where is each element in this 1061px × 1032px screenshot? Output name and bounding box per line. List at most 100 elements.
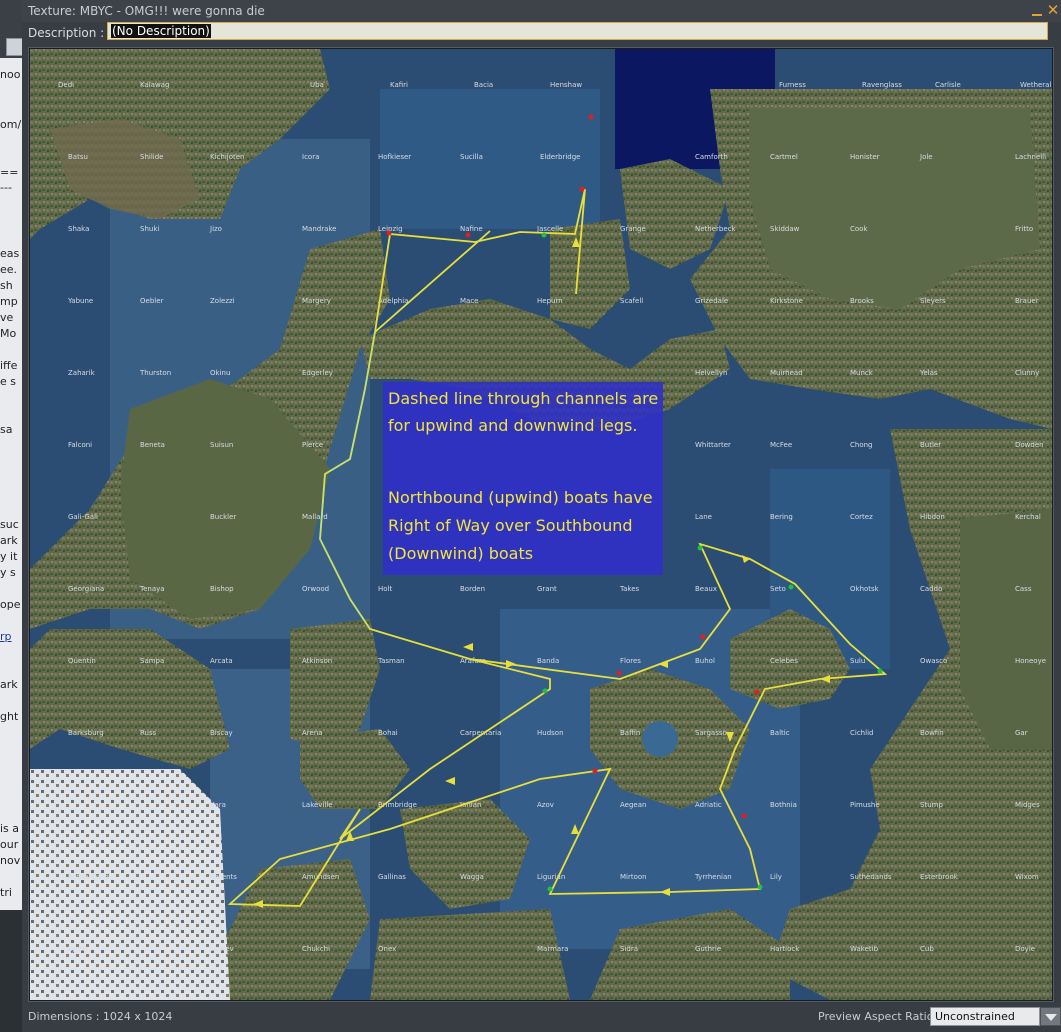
region-label: Beneta <box>140 441 165 449</box>
region-label: Adriatic <box>695 801 722 809</box>
region-label: Gali-Gali <box>68 513 98 521</box>
region-label: Barents <box>210 873 237 881</box>
region-label: Cass <box>1015 585 1032 593</box>
region-label: Aegean <box>620 801 646 809</box>
texture-preview-window: Texture: MBYC - OMG!!! were gonna die ✕ … <box>22 0 1061 1032</box>
region-label: Waketib <box>850 945 879 953</box>
region-label: Lachnelli <box>1015 153 1046 161</box>
region-label: Borden <box>460 585 485 593</box>
dropdown-arrow-icon[interactable] <box>1040 1007 1061 1026</box>
region-label: Baltic <box>770 729 790 737</box>
region-label: Hartlock <box>770 945 800 953</box>
region-label: Hudson <box>537 729 564 737</box>
annotation-box: Dashed line through channels are for upw… <box>383 382 663 575</box>
region-label: Scafell <box>620 297 643 305</box>
region-label: Jizo <box>209 225 222 233</box>
region-label: Banda <box>537 657 559 665</box>
region-label: Carlisle <box>935 81 961 89</box>
background-text: ve <box>0 311 14 324</box>
region-label: Furness <box>779 81 806 89</box>
region-label: Dowden <box>1015 441 1044 449</box>
annotation-line-1: Dashed line through channels are <box>388 389 658 408</box>
region-label: Chukchi <box>302 945 330 953</box>
background-window: noo om/ == --- eas ee. sh mp ve Mo iffe … <box>0 0 22 1032</box>
map-image: Dedi Kalawag Uba Kafiri Bacia Henshaw Furness R… <box>30 49 1052 1000</box>
minimize-button[interactable] <box>1030 4 1044 18</box>
region-label: Gar <box>1015 729 1028 737</box>
region-label: Kafiri <box>390 81 408 89</box>
region-label: Tenaya <box>139 585 165 593</box>
region-label: Oebler <box>140 297 164 305</box>
region-label: Barksburg <box>68 729 104 737</box>
region-label: Nafine <box>460 225 483 233</box>
background-text: ope <box>0 598 21 611</box>
region-label: Okhotsk <box>850 585 880 593</box>
background-text: ght <box>0 710 19 723</box>
background-window-button[interactable] <box>6 38 22 56</box>
region-label: Caddo <box>920 585 942 593</box>
region-label: Esterbrook <box>920 873 959 881</box>
region-label: Grange <box>620 225 646 233</box>
region-label: Biscay <box>210 729 233 737</box>
background-text: mp <box>0 295 18 308</box>
region-label: Lakeville <box>302 801 333 809</box>
region-label: Gallinas <box>378 873 406 881</box>
region-label: Kerchal <box>1015 513 1041 521</box>
background-text: tri <box>0 886 12 899</box>
region-label: Shilide <box>140 153 163 161</box>
region-label: Atkinson <box>302 657 332 665</box>
close-button[interactable]: ✕ <box>1046 2 1060 18</box>
region-label: Russ <box>140 729 157 737</box>
region-label: Elderbridge <box>540 153 580 161</box>
region-label: Marmara <box>537 945 568 953</box>
region-label: Flores <box>620 657 641 665</box>
region-label: Suisun <box>210 441 233 449</box>
region-label: Laptev <box>210 945 234 953</box>
region-label: Hofkieser <box>378 153 411 161</box>
annotation-line-3: Northbound (upwind) boats have <box>388 488 653 507</box>
background-text: y it <box>0 550 18 563</box>
region-label: Brooks <box>850 297 874 305</box>
region-label: Chong <box>850 441 873 449</box>
region-label: Baffin <box>620 729 640 737</box>
region-label: Azov <box>537 801 554 809</box>
region-label: Kichijoten <box>210 153 244 161</box>
region-label: Tyrrhenian <box>694 873 732 881</box>
background-text: om/ <box>0 118 22 131</box>
background-text: ee. <box>0 263 18 276</box>
background-window-footer <box>0 910 22 1032</box>
region-label: Bowfin <box>920 729 944 737</box>
region-label: Buhol <box>695 657 715 665</box>
description-field[interactable]: (No Description) <box>107 22 1048 40</box>
region-label: Mace <box>460 297 478 305</box>
region-label: Pierce <box>302 441 323 449</box>
region-label: Zaharik <box>68 369 96 377</box>
region-label: Honister <box>850 153 880 161</box>
preview-aspect-ratio-select[interactable]: Unconstrained <box>930 1007 1040 1026</box>
background-link[interactable]: rp <box>0 630 12 643</box>
region-label: McFee <box>770 441 792 449</box>
region-label: Guthrie <box>695 945 721 953</box>
region-label: Skiddaw <box>770 225 800 233</box>
region-label: Cortez <box>850 513 873 521</box>
background-text: y s <box>0 566 16 579</box>
background-text: ark <box>0 678 18 691</box>
region-label: Rothenburg <box>68 873 109 881</box>
close-icon: ✕ <box>1046 1 1060 19</box>
preview-aspect-ratio-label: Preview Aspect Ratio <box>818 1010 934 1023</box>
region-label: Sampa <box>140 657 164 665</box>
region-label: Kirkstone <box>770 297 803 305</box>
background-text: iffe <box>0 359 18 372</box>
title-bar[interactable]: Texture: MBYC - OMG!!! were gonna die ✕ <box>22 0 1061 22</box>
background-text: noo <box>0 68 21 81</box>
region-label: Takes <box>619 585 640 593</box>
region-label: Bohai <box>378 729 398 737</box>
region-label: Kalawag <box>140 81 169 89</box>
region-label: Lane <box>695 513 712 521</box>
region-label: Margery <box>302 297 331 305</box>
region-label: Mirtoon <box>620 873 647 881</box>
region-label: Mandrake <box>302 225 337 233</box>
region-label: Icora <box>302 153 319 161</box>
region-label: Suthedands <box>850 873 892 881</box>
window-title: Texture: MBYC - OMG!!! were gonna die <box>28 4 265 18</box>
